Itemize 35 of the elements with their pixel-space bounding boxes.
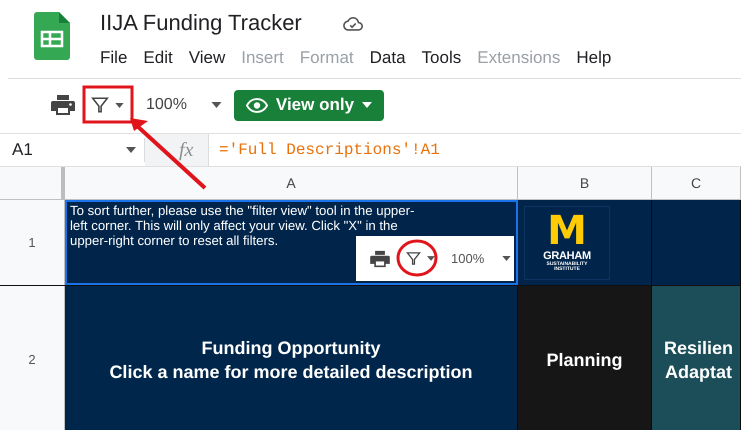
print-icon: [370, 250, 390, 268]
zoom-dropdown[interactable]: 100%: [140, 95, 228, 115]
menu-item[interactable]: View: [188, 48, 226, 68]
caret-icon: [210, 102, 222, 108]
menu-item[interactable]: File: [100, 48, 128, 68]
column-header[interactable]: A: [65, 167, 518, 199]
document-title: IIJA Funding Tracker: [100, 10, 302, 36]
menu-item[interactable]: Help: [576, 48, 612, 68]
caret-icon: [427, 256, 435, 261]
caret-icon: [126, 147, 136, 153]
caret-icon: [502, 256, 512, 261]
caret-icon: [115, 102, 124, 108]
view-only-button[interactable]: View only: [234, 90, 384, 120]
column-header[interactable]: C: [652, 167, 741, 199]
filter-icon: [406, 251, 421, 266]
row-header[interactable]: 2: [0, 286, 65, 430]
sheets-icon[interactable]: [34, 12, 70, 60]
filter-icon: [91, 96, 109, 114]
cell-text: Funding Opportunity Click a name for more detailed description: [109, 336, 473, 384]
caret-icon: [362, 102, 372, 108]
zoom-label: 100%: [451, 251, 484, 266]
column-header[interactable]: B: [518, 167, 652, 199]
cell-text: To sort further, please use the "filter view" tool in the upper-left corner. This will only affect your view. Click "X" in the upper-right corner to reset all filters.: [69, 202, 416, 249]
menu-item[interactable]: Data: [370, 48, 406, 68]
cloud-check-icon[interactable]: [342, 14, 364, 32]
eye-icon: [246, 98, 268, 112]
highlight-circle: [396, 240, 438, 276]
highlight-box: [82, 86, 134, 124]
cell-text: Resilien Adaptat: [664, 337, 734, 384]
cell-text: Planning: [546, 348, 622, 372]
menu-item[interactable]: Tools: [422, 48, 462, 68]
print-icon[interactable]: [51, 94, 75, 116]
menu-item[interactable]: Edit: [143, 48, 173, 68]
row-header[interactable]: 1: [0, 200, 65, 285]
fx-label: fx: [179, 138, 194, 162]
